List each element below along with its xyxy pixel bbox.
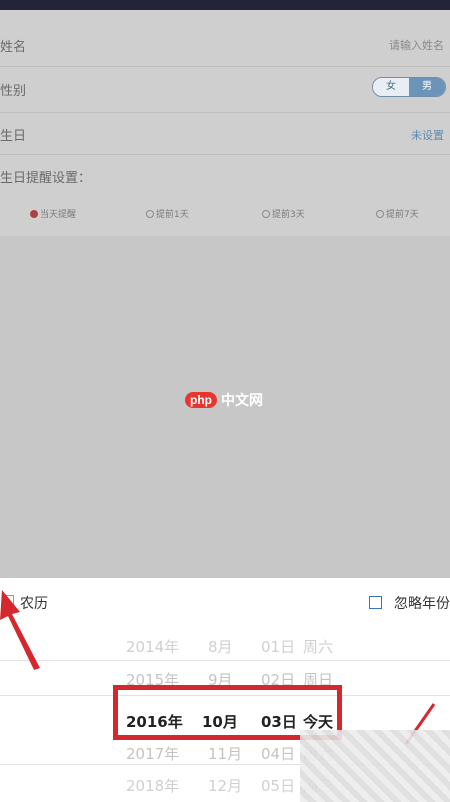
contact-form: 姓名 请输入姓名 性别 女 男 生日 未设置 生日提醒设置： 当天提醒 提前1天…	[0, 10, 450, 236]
gender-toggle[interactable]: 女 男	[372, 77, 446, 97]
remind-option-label: 提前3天	[272, 210, 305, 220]
gender-female-option[interactable]: 女	[373, 78, 409, 96]
name-row[interactable]: 姓名 请输入姓名	[0, 10, 450, 67]
name-label: 姓名	[0, 40, 27, 55]
birthday-label: 生日	[0, 129, 27, 144]
watermark-badge: php	[185, 392, 217, 408]
check-icon	[30, 209, 38, 218]
remind-option-label: 提前1天	[156, 210, 189, 220]
status-bar	[0, 0, 450, 10]
remind-option-3-days[interactable]: 提前3天	[262, 207, 305, 220]
remind-option-same-day[interactable]: 当天提醒	[30, 207, 76, 220]
gender-male-option[interactable]: 男	[409, 78, 445, 96]
name-input[interactable]: 请输入姓名	[389, 37, 444, 53]
remind-option-label: 提前7天	[386, 210, 419, 220]
gender-label: 性别	[0, 84, 27, 99]
remind-label: 生日提醒设置：	[0, 171, 92, 186]
ignore-year-label: 忽略年份	[394, 596, 450, 612]
month-cell: 8月	[208, 638, 233, 656]
blurred-region	[300, 730, 450, 802]
arrow-annotation-icon	[0, 590, 40, 670]
radio-icon	[146, 209, 154, 218]
remind-options: 当天提醒 提前1天 提前3天 提前7天	[0, 207, 450, 223]
year-cell: 2014年	[126, 638, 180, 656]
birthday-value[interactable]: 未设置	[411, 127, 444, 143]
year-cell: 2017年	[126, 745, 180, 763]
day-cell: 05日	[261, 777, 296, 795]
radio-icon	[262, 209, 270, 218]
watermark: php 中文网	[185, 390, 263, 410]
radio-icon	[376, 209, 384, 218]
gender-row: 性别 女 男	[0, 67, 450, 113]
day-cell: 04日	[261, 745, 296, 763]
year-cell: 2018年	[126, 777, 180, 795]
watermark-text: 中文网	[221, 392, 263, 408]
ignore-year-checkbox[interactable]	[369, 596, 382, 609]
day-cell: 01日	[261, 638, 296, 656]
remind-row: 生日提醒设置： 当天提醒 提前1天 提前3天 提前7天	[0, 155, 450, 236]
remind-option-label: 当天提醒	[40, 210, 77, 220]
picker-row[interactable]: 2014年 8月 01日 周六	[0, 630, 450, 660]
month-cell: 12月	[208, 777, 243, 795]
month-cell: 11月	[208, 745, 243, 763]
birthday-row[interactable]: 生日 未设置	[0, 113, 450, 155]
weekday-cell: 周六	[303, 638, 334, 656]
divider	[0, 660, 450, 661]
remind-option-7-days[interactable]: 提前7天	[376, 207, 419, 220]
remind-option-1-day[interactable]: 提前1天	[146, 207, 189, 220]
